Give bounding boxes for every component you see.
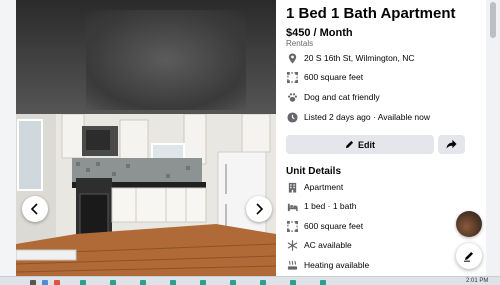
scrollbar-thumb[interactable] [490, 2, 496, 38]
chevron-right-icon [256, 203, 264, 215]
taskbar-icon[interactable] [290, 280, 296, 285]
unit-details-heading: Unit Details [286, 166, 342, 177]
size-row: 600 square feet [286, 70, 363, 84]
heating-icon [286, 259, 298, 271]
listed-text: Listed 2 days ago · Available now [304, 112, 431, 122]
location-pin-icon [286, 52, 298, 64]
taskbar-icon[interactable] [30, 280, 36, 285]
listing-details-panel: 1 Bed 1 Bath Apartment $450 / Month Rent… [276, 0, 486, 276]
bed-icon [286, 200, 298, 212]
chevron-left-icon [30, 203, 38, 215]
taskbar-icon[interactable] [110, 280, 116, 285]
previous-photo-button[interactable] [22, 196, 48, 222]
apartment-icon [286, 181, 298, 193]
marketplace-listing-page: 1 Bed 1 Bath Apartment $450 / Month Rent… [0, 0, 500, 285]
photo-viewer[interactable] [16, 0, 276, 276]
unit-detail-text: Apartment [304, 182, 344, 192]
next-photo-button[interactable] [246, 196, 272, 222]
unit-detail-item: Apartment [286, 180, 343, 194]
listing-category[interactable]: Rentals [286, 39, 313, 48]
unit-detail-item: Heating available [286, 258, 369, 272]
edit-button[interactable]: Edit [286, 135, 434, 154]
unit-detail-text: AC available [304, 240, 352, 250]
taskbar-icon[interactable] [170, 280, 176, 285]
pencil-icon [345, 140, 354, 149]
edit-label: Edit [358, 139, 375, 150]
clock-icon [286, 111, 298, 123]
listing-title: 1 Bed 1 Bath Apartment [286, 5, 456, 22]
size-text: 600 square feet [304, 72, 364, 82]
unit-detail-text: Heating available [304, 260, 370, 270]
unit-detail-item: AC available [286, 238, 352, 252]
unit-detail-text: 600 square feet [304, 221, 364, 231]
os-taskbar: 2:01 PM [0, 276, 500, 285]
area-icon [286, 71, 298, 83]
chat-head-avatar[interactable] [456, 211, 482, 237]
taskbar-icon[interactable] [230, 280, 236, 285]
blurred-photo-backdrop [16, 0, 276, 114]
snowflake-icon [286, 239, 298, 251]
unit-detail-text: 1 bed · 1 bath [304, 201, 357, 211]
unit-detail-item: 600 square feet [286, 219, 363, 233]
new-message-button[interactable] [456, 243, 482, 269]
pets-text: Dog and cat friendly [304, 92, 380, 102]
taskbar-icon[interactable] [42, 280, 48, 285]
taskbar-icon[interactable] [54, 280, 60, 285]
paw-icon [286, 91, 298, 103]
share-arrow-icon [446, 139, 457, 149]
taskbar-icon[interactable] [80, 280, 86, 285]
area-icon [286, 220, 298, 232]
taskbar-icon[interactable] [320, 280, 326, 285]
taskbar-icon[interactable] [260, 280, 266, 285]
pets-row: Dog and cat friendly [286, 90, 380, 104]
taskbar-icon[interactable] [140, 280, 146, 285]
address-row[interactable]: 20 S 16th St, Wilmington, NC [286, 51, 415, 65]
share-button[interactable] [438, 135, 465, 154]
unit-detail-item: 1 bed · 1 bath [286, 199, 356, 213]
listing-photo [16, 114, 276, 276]
listed-row: Listed 2 days ago · Available now [286, 110, 430, 124]
details-scrollbar[interactable] [486, 0, 500, 276]
taskbar-icon[interactable] [200, 280, 206, 285]
listing-price: $450 / Month [286, 27, 353, 39]
address-text: 20 S 16th St, Wilmington, NC [304, 53, 415, 63]
taskbar-clock: 2:01 PM [466, 278, 489, 284]
left-edge [0, 0, 16, 276]
compose-icon [464, 252, 473, 262]
